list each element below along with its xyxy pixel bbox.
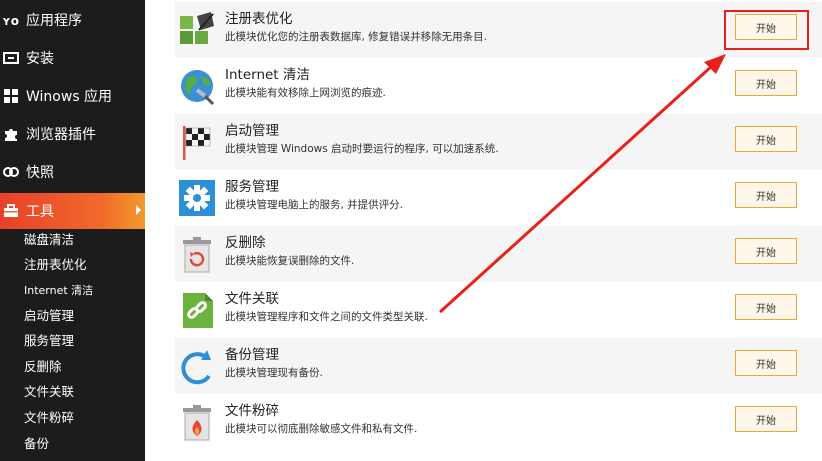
tool-row-undelete: 反删除 此模块能恢复误删除的文件. 开始	[175, 226, 822, 282]
sidebar-subitem-undelete[interactable]: 反删除	[24, 357, 62, 377]
sidebar-subitem-internet-clean[interactable]: Internet 清洁	[24, 281, 93, 301]
sidebar-subitem-file-assoc[interactable]: 文件关联	[24, 382, 74, 402]
tool-row-internet-clean: Internet 清洁 此模块能有效移除上网浏览的痕迹. 开始	[175, 58, 822, 114]
sidebar-item-apps[interactable]: ʏᴏ 应用程序	[0, 2, 145, 38]
sidebar-item-browser-plugins[interactable]: 浏览器插件	[0, 116, 145, 152]
tool-title: 文件关联	[225, 291, 279, 307]
tool-title: 文件粉碎	[225, 403, 279, 419]
apps-icon: ʏᴏ	[2, 11, 20, 29]
start-button-startup[interactable]: 开始	[735, 126, 797, 152]
sidebar-subitem-services[interactable]: 服务管理	[24, 331, 74, 351]
checkered-flag-icon	[177, 122, 217, 162]
start-button-services[interactable]: 开始	[735, 182, 797, 208]
link-file-icon	[177, 290, 217, 330]
sidebar-item-snapshot[interactable]: 快照	[0, 154, 145, 190]
sidebar: ʏᴏ 应用程序 安装 Winows 应用 浏览器插件 快照 工具 磁盘清洁 注册…	[0, 0, 145, 461]
tool-title: 反删除	[225, 235, 266, 251]
shredder-bin-icon	[177, 402, 217, 442]
tool-row-backup: 备份管理 此模块管理现有备份. 开始	[175, 338, 822, 394]
tool-row-file-assoc: 文件关联 此模块管理程序和文件之间的文件类型关联. 开始	[175, 282, 822, 338]
sidebar-subitem-shredder[interactable]: 文件粉碎	[24, 408, 74, 428]
sidebar-item-label: Winows 应用	[26, 89, 113, 105]
sidebar-item-label: 应用程序	[26, 13, 82, 29]
start-button-shredder[interactable]: 开始	[735, 406, 797, 432]
install-icon	[2, 49, 20, 67]
sidebar-item-label: 快照	[26, 165, 54, 181]
start-button-internet-clean[interactable]: 开始	[735, 70, 797, 96]
start-button-undelete[interactable]: 开始	[735, 238, 797, 264]
restore-bin-icon	[177, 234, 217, 274]
start-button-backup[interactable]: 开始	[735, 350, 797, 376]
tool-title: 启动管理	[225, 123, 279, 139]
tool-description: 此模块管理 Windows 启动时要运行的程序, 可以加速系统.	[225, 143, 499, 155]
toolbox-icon	[2, 202, 20, 220]
tool-title: 注册表优化	[225, 11, 293, 27]
tool-description: 此模块管理现有备份.	[225, 367, 323, 379]
tool-title: 备份管理	[225, 347, 279, 363]
sidebar-subitem-startup[interactable]: 启动管理	[24, 306, 74, 326]
tool-description: 此模块管理电脑上的服务, 并提供评分.	[225, 199, 404, 211]
tool-row-shredder: 文件粉碎 此模块可以彻底删除敏感文件和私有文件. 开始	[175, 394, 822, 450]
sidebar-item-label: 工具	[26, 204, 54, 220]
tool-description: 此模块能恢复误删除的文件.	[225, 255, 355, 267]
windows-icon	[2, 87, 20, 105]
sidebar-item-tools[interactable]: 工具	[0, 193, 145, 229]
sidebar-subitem-disk-clean[interactable]: 磁盘清洁	[24, 230, 74, 250]
tool-title: 服务管理	[225, 179, 279, 195]
puzzle-icon	[2, 125, 20, 143]
tool-row-startup: 启动管理 此模块管理 Windows 启动时要运行的程序, 可以加速系统. 开始	[175, 114, 822, 170]
sidebar-item-label: 安装	[26, 51, 54, 67]
tools-list: 注册表优化 此模块优化您的注册表数据库, 修复错误并移除无用条目. 开始 Int…	[145, 0, 822, 461]
sidebar-subitem-backup[interactable]: 备份	[24, 434, 49, 454]
sidebar-item-label: 浏览器插件	[26, 127, 96, 143]
tool-description: 此模块优化您的注册表数据库, 修复错误并移除无用条目.	[225, 31, 488, 43]
sidebar-item-windows-apps[interactable]: Winows 应用	[0, 78, 145, 114]
globe-icon	[177, 66, 217, 106]
annotation-highlight-box	[724, 10, 809, 50]
tool-description: 此模块可以彻底删除敏感文件和私有文件.	[225, 423, 418, 435]
chevron-right-icon	[136, 205, 141, 215]
gear-icon	[177, 178, 217, 218]
sidebar-item-install[interactable]: 安装	[0, 40, 145, 76]
sidebar-subitem-registry[interactable]: 注册表优化	[24, 255, 87, 275]
svg-text:ʏᴏ: ʏᴏ	[2, 14, 19, 27]
tool-description: 此模块能有效移除上网浏览的痕迹.	[225, 87, 386, 99]
start-button-file-assoc[interactable]: 开始	[735, 294, 797, 320]
tool-title: Internet 清洁	[225, 67, 310, 83]
snapshot-icon	[2, 163, 20, 181]
tool-row-services: 服务管理 此模块管理电脑上的服务, 并提供评分. 开始	[175, 170, 822, 226]
backup-icon	[177, 346, 217, 386]
registry-icon	[177, 10, 217, 50]
tool-description: 此模块管理程序和文件之间的文件类型关联.	[225, 311, 428, 323]
